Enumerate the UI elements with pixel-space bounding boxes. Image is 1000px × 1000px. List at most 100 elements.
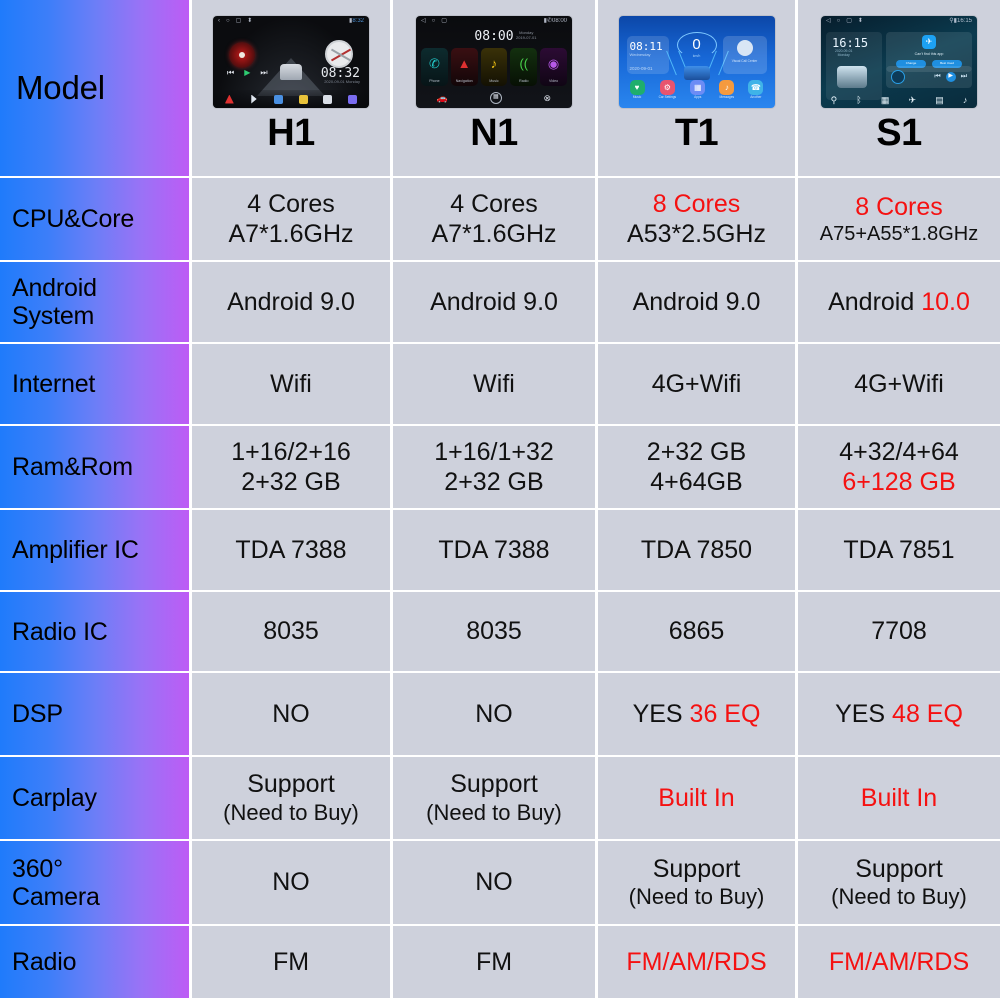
s1-dock-bluetooth-icon: ᛒ	[856, 95, 862, 106]
h1-head-unit-screenshot: ‹ ○ ▢ ⬍ ▮8:32 ⏮ ▶ ⏭ 08:32 2020-09-01 Monday	[213, 16, 369, 108]
music-icon: ♥	[629, 80, 645, 96]
cell-line: NO	[272, 699, 310, 728]
play-icon: ▶	[945, 72, 956, 82]
cell-line: (Need to Buy)	[628, 884, 765, 910]
cell-android-system-h1: Android 9.0	[189, 262, 390, 344]
h1-dock	[213, 90, 369, 108]
n1-status-bar: ◁ ○ ▢ ▮✆08:00	[421, 17, 567, 24]
n1-clock: 08:00	[474, 29, 514, 44]
cell-line: 4+64GB	[650, 468, 743, 496]
cell-internet-t1: 4G+Wifi	[595, 344, 795, 426]
cell-dsp-t1: YES 36 EQ	[595, 673, 795, 757]
cell-line: (Need to Buy)	[223, 799, 359, 825]
cell-line: FM/AM/RDS	[828, 947, 970, 976]
apps-grid-icon: ▦	[489, 92, 502, 104]
cell-line: Support	[652, 854, 741, 883]
cell-android-system-t1: Android 9.0	[595, 262, 795, 344]
s1-dialog-message: Can't find this app	[914, 52, 944, 56]
row-label-text: Radio	[12, 948, 77, 976]
avatar	[736, 40, 753, 56]
cell-line: Wifi	[473, 369, 515, 398]
video-icon: ◉	[547, 56, 560, 71]
n1-tile-label: Phone	[429, 78, 440, 83]
cell-radio-h1: FM	[189, 926, 390, 1000]
cell-android-system-s1: Android 10.0	[795, 262, 1000, 344]
row-label-text: Internet	[12, 370, 96, 398]
another-icon: ☎	[748, 80, 764, 96]
model-cell-n1: ◁ ○ ▢ ▮✆08:00 08:00 Monday 2019-07-01 ✆ Pho…	[390, 0, 595, 178]
cell-internet-h1: Wifi	[189, 344, 390, 426]
cell-line: 8 Cores	[652, 189, 741, 218]
cell-360-camera-n1: NO	[390, 841, 595, 926]
cell-line: NO	[475, 868, 513, 897]
row-label-360-camera: 360° Camera	[0, 841, 189, 926]
t1-icon-label: Messages	[719, 95, 735, 100]
n1-tile-label: Music	[489, 78, 499, 83]
model-name-t1: T1	[674, 112, 719, 154]
compass-icon	[325, 40, 353, 68]
cell-line: (Need to Buy)	[426, 799, 562, 825]
cell-line: 4 Cores	[247, 189, 335, 218]
cell-radio-s1: FM/AM/RDS	[795, 926, 1000, 1000]
s1-head-unit-screenshot: ◁ ○ ▢ ⬍ ⚲▮16:15 16:15 2020-09-01 Monday ✈ Ca…	[821, 16, 977, 108]
row-label-ram-rom: Ram&Rom	[0, 426, 189, 510]
cell-dsp-n1: NO	[390, 673, 595, 757]
cell-dsp-s1: YES 48 EQ	[795, 673, 1000, 757]
row-label-radio-ic: Radio IC	[0, 592, 189, 673]
cell-ram-rom-h1: 1+16/2+16 2+32 GB	[189, 426, 390, 510]
t1-icon-label: Another	[750, 95, 762, 100]
row-label-carplay: Carplay	[0, 757, 189, 841]
cell-carplay-t1: Built In	[595, 757, 795, 841]
cell-line: 4 Cores	[450, 189, 538, 218]
row-label-text: Radio IC	[12, 617, 108, 646]
s1-dock-video-icon: ▤	[935, 95, 944, 106]
row-label-text: Android System	[12, 274, 97, 330]
transport-controls: ⏮ ▶ ⏭	[227, 68, 268, 77]
model-name-h1: H1	[267, 112, 315, 154]
s1-dock-navi-icon: ⚲	[830, 95, 838, 106]
cell-line: Android 9.0	[632, 287, 761, 316]
t1-icon-label: Car Settings	[658, 95, 677, 100]
cell-ram-rom-t1: 2+32 GB 4+64GB	[595, 426, 795, 510]
t1-head-unit-screenshot: 08:11 Wednesday 2020-09-01 0 km/h Visual…	[618, 16, 775, 108]
cell-line: Support	[450, 770, 538, 799]
n1-tile-navigation: ▲ Navigation	[450, 48, 478, 86]
cell-line: Wifi	[270, 369, 312, 398]
row-label-radio: Radio	[0, 926, 189, 1000]
cell-carplay-n1: Support (Need to Buy)	[390, 757, 595, 841]
cell-line: YES 48 EQ	[835, 699, 963, 728]
cell-ram-rom-s1: 4+32/4+64 6+128 GB	[795, 426, 1000, 510]
car-graphic	[280, 64, 302, 80]
cell-amplifier-ic-h1: TDA 7388	[189, 510, 390, 592]
phone-icon: ✆	[428, 56, 440, 71]
cell-amplifier-ic-n1: TDA 7388	[390, 510, 595, 592]
cell-line: 2+32 GB	[241, 468, 341, 496]
cell-amplifier-ic-t1: TDA 7850	[595, 510, 795, 592]
cell-line: 1+16/1+32	[434, 437, 554, 466]
volume-knob-icon	[891, 70, 905, 84]
car-icon: 🚗	[436, 92, 449, 103]
cell-radio-n1: FM	[390, 926, 595, 1000]
cell-amplifier-ic-s1: TDA 7851	[795, 510, 1000, 592]
s1-clock-sub: 2020-09-01 Monday	[835, 49, 853, 58]
power-icon: ⊗	[543, 92, 552, 103]
cell-line: 7708	[871, 617, 927, 646]
t1-day: Wednesday	[629, 52, 651, 57]
n1-tile-label: Video	[549, 78, 559, 83]
next-track-icon: ⏭	[960, 72, 967, 80]
cell-line: (Need to Buy)	[831, 884, 967, 910]
t1-icon-label: Music	[632, 95, 642, 100]
cell-radio-t1: FM/AM/RDS	[595, 926, 795, 1000]
previous-track-icon: ⏮	[934, 72, 941, 80]
cell-line: 4+32/4+64	[839, 437, 959, 466]
model-name-s1: S1	[876, 112, 922, 154]
s1-dock-apps-icon: ▦	[880, 95, 890, 106]
navigation-icon: ▲	[457, 56, 471, 71]
cell-line: 1+16/2+16	[231, 437, 351, 466]
row-label-android-system: Android System	[0, 262, 189, 344]
car-settings-icon: ⚙	[659, 80, 675, 96]
cell-360-camera-h1: NO	[189, 841, 390, 926]
row-label-text: Amplifier IC	[12, 536, 139, 564]
cell-line: YES 36 EQ	[632, 699, 761, 728]
n1-head-unit-screenshot: ◁ ○ ▢ ▮✆08:00 08:00 Monday 2019-07-01 ✆ Pho…	[416, 16, 572, 108]
